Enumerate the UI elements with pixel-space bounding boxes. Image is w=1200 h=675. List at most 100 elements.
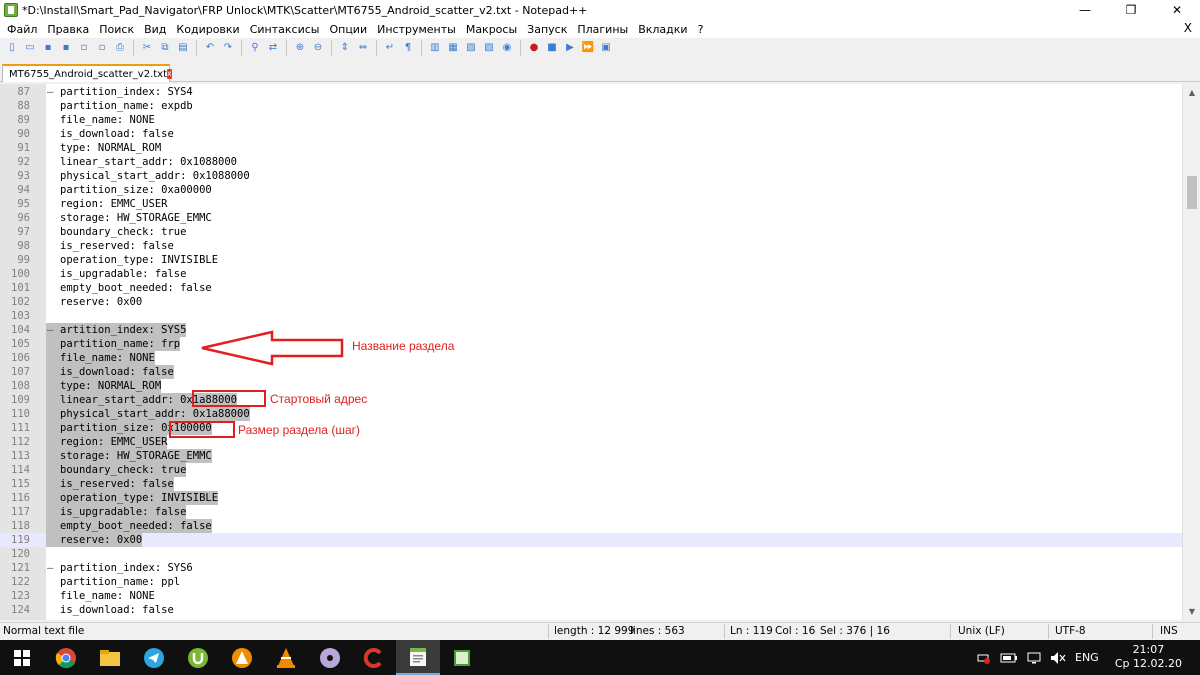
editor-line[interactable]: 116 operation_type: INVISIBLE — [0, 491, 1182, 505]
minimize-button[interactable]: — — [1062, 0, 1108, 20]
sync-h-icon[interactable]: ⇔ — [355, 40, 371, 56]
chrome-icon[interactable] — [44, 640, 88, 675]
close-icon[interactable]: ▫ — [76, 40, 92, 56]
save-all-icon[interactable]: ▪ — [58, 40, 74, 56]
close-all-icon[interactable]: ▫ — [94, 40, 110, 56]
scroll-thumb[interactable] — [1187, 176, 1197, 209]
scroll-down-arrow-icon[interactable]: ▼ — [1183, 603, 1200, 620]
editor-line[interactable]: 107 is_download: false — [0, 365, 1182, 379]
save-icon[interactable]: ▪ — [40, 40, 56, 56]
undo-icon[interactable]: ↶ — [202, 40, 218, 56]
editor-line[interactable]: 90 is_download: false — [0, 127, 1182, 141]
menu-file[interactable]: Файл — [2, 23, 42, 36]
paste-icon[interactable]: ▤ — [175, 40, 191, 56]
redo-icon[interactable]: ↷ — [220, 40, 236, 56]
editor-line[interactable]: 88 partition_name: expdb — [0, 99, 1182, 113]
status-encoding[interactable]: UTF-8 — [1055, 625, 1086, 637]
record-macro-icon[interactable]: ● — [526, 40, 542, 56]
editor-line[interactable]: 97 boundary_check: true — [0, 225, 1182, 239]
folder-workspace-icon[interactable]: ▨ — [481, 40, 497, 56]
editor-line[interactable]: 119 reserve: 0x00 — [0, 533, 1182, 547]
terminal-icon[interactable] — [440, 640, 484, 675]
zoom-out-icon[interactable]: ⊖ — [310, 40, 326, 56]
tab-close-icon[interactable]: x — [167, 69, 172, 79]
notepad-plus-plus-icon[interactable] — [396, 640, 440, 675]
fold-marker-icon[interactable]: – — [47, 561, 57, 575]
editor-line[interactable]: 106 file_name: NONE — [0, 351, 1182, 365]
editor-line[interactable]: 89 file_name: NONE — [0, 113, 1182, 127]
file-explorer-icon[interactable] — [88, 640, 132, 675]
menu-tools[interactable]: Инструменты — [372, 23, 461, 36]
editor-line[interactable]: 105 partition_name: frp — [0, 337, 1182, 351]
scroll-up-arrow-icon[interactable]: ▲ — [1183, 84, 1200, 101]
editor-line[interactable]: 124 is_download: false — [0, 603, 1182, 617]
replace-icon[interactable]: ⇄ — [265, 40, 281, 56]
menu-edit[interactable]: Правка — [42, 23, 94, 36]
status-eol[interactable]: Unix (LF) — [958, 625, 1005, 637]
editor-line[interactable]: 104 – artition_index: SYS5 — [0, 323, 1182, 337]
editor-line[interactable]: 117 is_upgradable: false — [0, 505, 1182, 519]
vertical-scrollbar[interactable]: ▲ ▼ — [1182, 84, 1200, 620]
new-file-icon[interactable]: ▯ — [4, 40, 20, 56]
editor-line[interactable]: 91 type: NORMAL_ROM — [0, 141, 1182, 155]
avast-icon[interactable] — [220, 640, 264, 675]
utorrent-icon[interactable] — [176, 640, 220, 675]
language-indicator[interactable]: ENG — [1075, 651, 1099, 664]
editor-line[interactable]: 101 empty_boot_needed: false — [0, 281, 1182, 295]
editor-line[interactable]: 122 partition_name: ppl — [0, 575, 1182, 589]
clock[interactable]: 21:07 Ср 12.02.20 — [1115, 643, 1182, 671]
fold-marker-icon[interactable]: – — [47, 85, 57, 99]
tab-scatter-file[interactable]: MT6755_Android_scatter_v2.txt x — [2, 64, 172, 82]
indent-guide-icon[interactable]: ▥ — [427, 40, 443, 56]
editor-line[interactable]: 87 – partition_index: SYS4 — [0, 85, 1182, 99]
editor-line[interactable]: 93 physical_start_addr: 0x1088000 — [0, 169, 1182, 183]
function-list-icon[interactable]: ▧ — [463, 40, 479, 56]
menu-plugins[interactable]: Плагины — [572, 23, 633, 36]
close-document-button[interactable]: X — [1184, 21, 1192, 35]
text-area[interactable]: 87– partition_index: SYS4 88 partition_name… — [0, 84, 1182, 620]
editor-line[interactable]: 100 is_upgradable: false — [0, 267, 1182, 281]
telegram-icon[interactable] — [132, 640, 176, 675]
editor-line[interactable]: 96 storage: HW_STORAGE_EMMC — [0, 211, 1182, 225]
close-window-button[interactable]: ✕ — [1154, 0, 1200, 20]
run-macro-multiple-icon[interactable]: ⏩ — [580, 40, 596, 56]
menu-encoding[interactable]: Кодировки — [171, 23, 244, 36]
speaker-muted-icon[interactable] — [1050, 651, 1066, 665]
editor-line[interactable]: 110 physical_start_addr: 0x1a88000 — [0, 407, 1182, 421]
editor-line[interactable]: 114 boundary_check: true — [0, 463, 1182, 477]
monitor-icon[interactable]: ◉ — [499, 40, 515, 56]
fold-marker-icon[interactable]: – — [47, 323, 57, 337]
editor-line[interactable]: 123 file_name: NONE — [0, 589, 1182, 603]
editor-line[interactable]: 115 is_reserved: false — [0, 477, 1182, 491]
menu-settings[interactable]: Опции — [324, 23, 372, 36]
editor-line[interactable]: 102 reserve: 0x00 — [0, 295, 1182, 309]
ccleaner-icon[interactable] — [352, 640, 396, 675]
menu-macro[interactable]: Макросы — [461, 23, 522, 36]
editor-line[interactable]: 120 — [0, 547, 1182, 561]
editor-line[interactable]: 94 partition_size: 0xa00000 — [0, 183, 1182, 197]
editor-line[interactable]: 103 — [0, 309, 1182, 323]
restore-button[interactable]: ❐ — [1108, 0, 1154, 20]
editor[interactable]: 87– partition_index: SYS4 88 partition_name… — [0, 84, 1200, 620]
vlc-icon[interactable] — [264, 640, 308, 675]
network-error-icon[interactable] — [975, 651, 991, 665]
menu-view[interactable]: Вид — [139, 23, 171, 36]
editor-line[interactable]: 95 region: EMMC_USER — [0, 197, 1182, 211]
menu-window[interactable]: Вкладки — [633, 23, 692, 36]
cut-icon[interactable]: ✂ — [139, 40, 155, 56]
status-mode[interactable]: INS — [1160, 625, 1178, 637]
sync-v-icon[interactable]: ⇕ — [337, 40, 353, 56]
play-macro-icon[interactable]: ▶ — [562, 40, 578, 56]
menu-language[interactable]: Синтаксисы — [245, 23, 325, 36]
editor-line[interactable]: 121 – partition_index: SYS6 — [0, 561, 1182, 575]
editor-line[interactable]: 99 operation_type: INVISIBLE — [0, 253, 1182, 267]
editor-line[interactable]: 109 linear_start_addr: 0x1a88000 — [0, 393, 1182, 407]
copy-icon[interactable]: ⧉ — [157, 40, 173, 56]
windows-start-icon[interactable] — [0, 640, 44, 675]
monitor-tray-icon[interactable] — [1027, 652, 1041, 664]
editor-line[interactable]: 118 empty_boot_needed: false — [0, 519, 1182, 533]
menu-run[interactable]: Запуск — [522, 23, 572, 36]
menu-search[interactable]: Поиск — [94, 23, 139, 36]
open-file-icon[interactable]: ▭ — [22, 40, 38, 56]
stop-macro-icon[interactable]: ■ — [544, 40, 560, 56]
